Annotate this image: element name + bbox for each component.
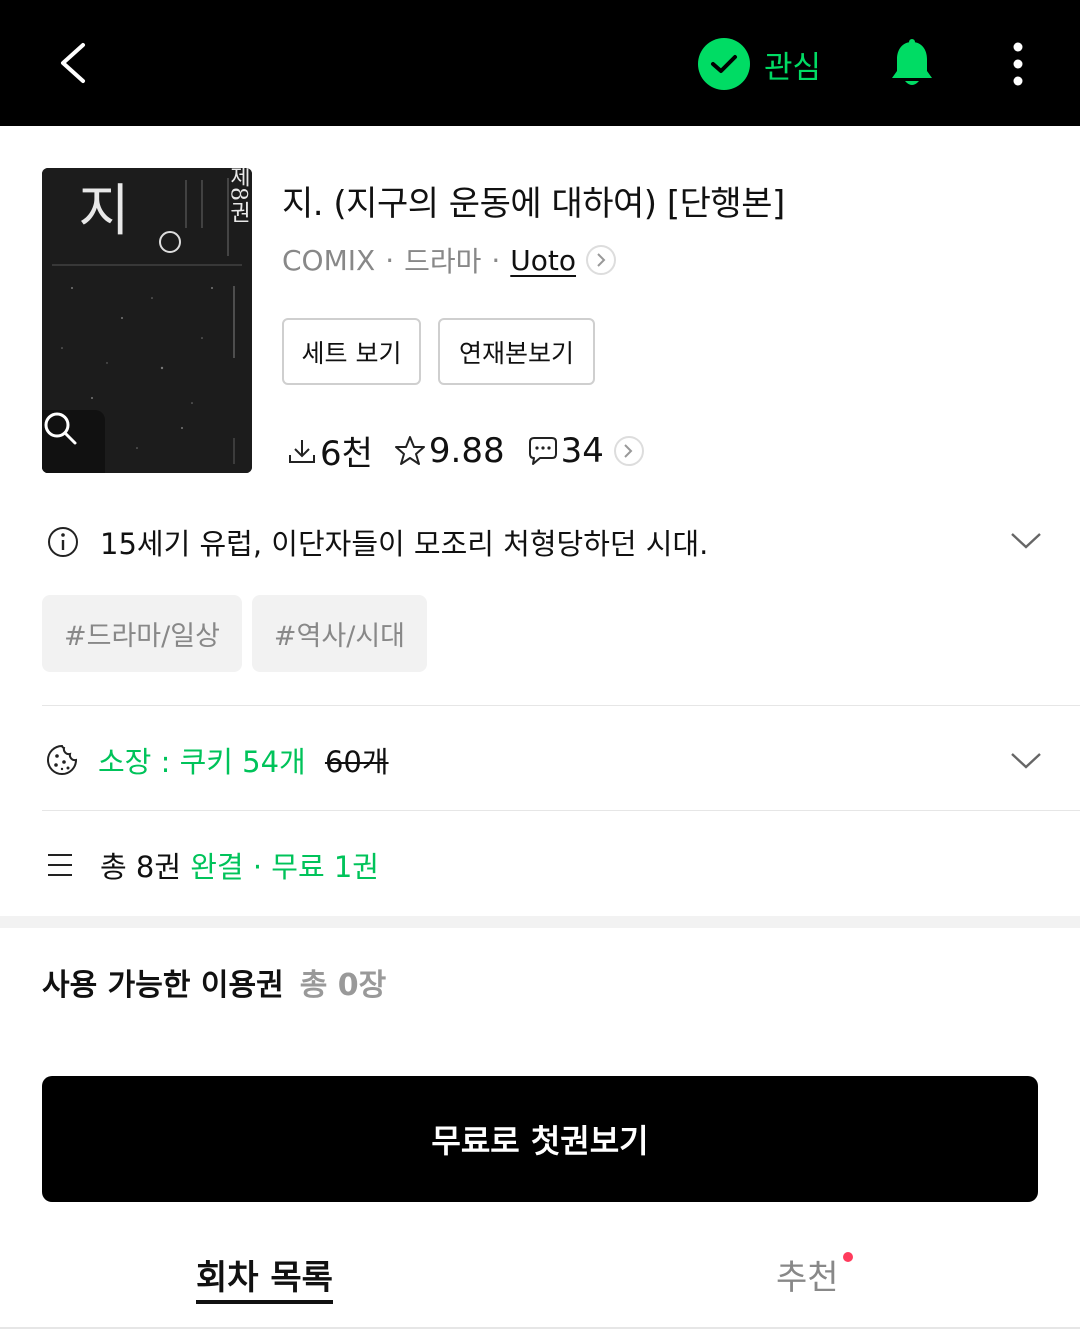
free-first-volume-button[interactable]: 무료로 첫권보기 [42, 1076, 1038, 1202]
author-link[interactable]: Uoto [510, 244, 576, 277]
volume-separator: · [243, 850, 272, 884]
rating-value: 9.88 [428, 430, 505, 471]
check-circle-icon [698, 38, 750, 90]
ownership-row[interactable]: 소장 : 쿠키 54개 60개 [46, 732, 1046, 788]
tab-episodes-label: 회차 목록 [196, 1258, 333, 1298]
back-button[interactable] [40, 28, 104, 98]
volume-text: 총 8권 완결 · 무료 1권 [100, 844, 379, 886]
cover-volume-text: 제8권 [226, 168, 251, 223]
tab-recommend-label: 추천 [776, 1258, 839, 1298]
original-price: 60개 [324, 745, 389, 779]
comments-count: 34 [560, 430, 604, 471]
search-icon [44, 412, 77, 445]
more-options-button[interactable] [1000, 38, 1036, 90]
comments-stat[interactable]: 34 [525, 431, 644, 471]
genre: 드라마 [404, 245, 482, 278]
synopsis-text: 15세기 유럽, 이단자들이 모조리 처형당하던 시대. [100, 527, 709, 561]
ownership-expand-button[interactable] [1006, 740, 1046, 780]
view-options: 세트 보기 연재본보기 [282, 318, 595, 385]
volume-summary: 총 8권 완결 · 무료 1권 [46, 840, 379, 890]
book-title: 지. (지구의 운동에 대하여) [단행본] [282, 184, 785, 224]
follow-label: 관심 [764, 49, 822, 86]
cookie-icon [47, 744, 78, 775]
tab-baseline [0, 1327, 1080, 1329]
volume-status: 완결 [190, 850, 244, 884]
comments-chevron-icon [613, 435, 644, 466]
rating-stat: 9.88 [393, 431, 505, 471]
volume-free: 무료 1권 [271, 850, 379, 884]
divider [42, 810, 1080, 811]
meta-separator: · [491, 243, 501, 277]
meta-separator: · [385, 243, 395, 277]
tag-list: #드라마/일상 #역사/시대 [42, 595, 428, 672]
comment-icon [528, 436, 557, 465]
book-meta: COMIX · 드라마 · Uoto [282, 240, 617, 280]
tab-active-indicator [196, 1300, 333, 1304]
book-cover[interactable]: 지 제8권 [42, 168, 252, 473]
tab-episodes[interactable]: 회차 목록 [196, 1250, 333, 1306]
chevron-down-icon [1011, 533, 1041, 549]
book-stats: 6천 9.88 34 [286, 426, 644, 475]
ticket-summary: 사용 가능한 이용권 총 0장 [42, 960, 386, 1004]
ownership-text: 소장 : 쿠키 54개 60개 [98, 739, 389, 781]
downloads-stat: 6천 [286, 426, 373, 475]
list-icon [48, 854, 72, 876]
set-view-button[interactable]: 세트 보기 [282, 318, 421, 385]
synopsis-row[interactable]: 15세기 유럽, 이단자들이 모조리 처형당하던 시대. [46, 518, 1046, 566]
ticket-title: 사용 가능한 이용권 [42, 968, 284, 1003]
publisher: COMIX [282, 243, 376, 277]
chevron-down-icon [1011, 753, 1041, 769]
cover-zoom-button[interactable] [42, 410, 105, 473]
tag-chip[interactable]: #역사/시대 [251, 595, 428, 672]
new-badge-dot [842, 1252, 853, 1262]
tag-chip[interactable]: #드라마/일상 [42, 595, 242, 672]
more-vertical-icon [1013, 42, 1023, 86]
bell-icon [892, 39, 932, 85]
info-icon [48, 527, 78, 557]
notification-button[interactable] [884, 36, 940, 92]
ticket-count: 총 0장 [299, 968, 387, 1003]
author-chevron-icon[interactable] [586, 245, 617, 275]
tab-recommend[interactable]: 추천 [776, 1250, 853, 1306]
chevron-left-icon [61, 43, 85, 83]
follow-button[interactable]: 관심 [698, 38, 821, 90]
download-icon [289, 439, 315, 463]
volume-total: 총 8권 [100, 850, 182, 884]
top-app-bar: 관심 [0, 0, 1080, 126]
serial-view-button[interactable]: 연재본보기 [438, 318, 595, 385]
section-gap [0, 916, 1080, 928]
synopsis-expand-button[interactable] [1006, 520, 1046, 560]
star-icon [394, 435, 425, 465]
downloads-count: 6천 [320, 434, 373, 474]
cover-title-glyph: 지 [78, 179, 130, 244]
divider [42, 705, 1080, 706]
ownership-price: 소장 : 쿠키 54개 [98, 745, 306, 779]
